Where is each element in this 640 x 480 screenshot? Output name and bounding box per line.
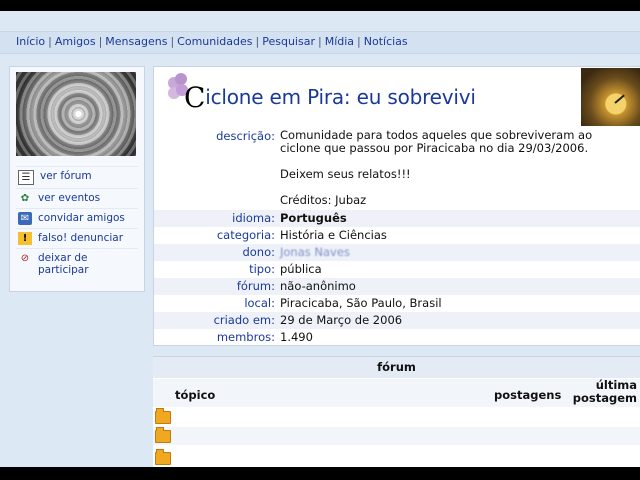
forum-icon: ☰ bbox=[18, 170, 34, 185]
field-value: pública bbox=[280, 262, 322, 276]
table-row[interactable] bbox=[153, 408, 640, 426]
table-row[interactable] bbox=[153, 449, 640, 467]
nav-comunidades[interactable]: Comunidades bbox=[177, 35, 252, 48]
top-navigation: Início | Amigos | Mensagens | Comunidades | Pesq… bbox=[0, 31, 640, 54]
field-value: 29 de Março de 2006 bbox=[280, 313, 403, 327]
community-sidebar: ☰ ver fórum ✿ ver eventos ✉ convidar ami… bbox=[9, 66, 145, 292]
folder-icon bbox=[155, 427, 171, 443]
forum-column-headers: tópico postagens última postagem bbox=[153, 379, 640, 407]
nav-separator: | bbox=[357, 35, 361, 48]
nav-pesquisar[interactable]: Pesquisar bbox=[262, 35, 315, 48]
col-ultima-postagem: última postagem bbox=[565, 379, 637, 405]
sidebar-item-ver-forum[interactable]: ☰ ver fórum bbox=[16, 166, 138, 188]
browser-viewport: Início | Amigos | Mensagens | Comunidades | Pesq… bbox=[0, 11, 640, 467]
col-last-line: última bbox=[595, 378, 637, 392]
field-value: não-anônimo bbox=[280, 279, 356, 293]
nav-noticias[interactable]: Notícias bbox=[364, 35, 408, 48]
clock-image bbox=[581, 68, 640, 126]
owner-link[interactable]: Jonas Naves bbox=[280, 244, 640, 261]
forum-heading[interactable]: fórum bbox=[153, 356, 640, 378]
community-profile: Ciclone em Pira: eu sobrevivi descrição:… bbox=[153, 66, 640, 346]
field-dono: dono: Jonas Naves bbox=[154, 244, 640, 261]
nav-midia[interactable]: Mídia bbox=[325, 35, 354, 48]
field-label: dono: bbox=[242, 245, 275, 259]
sidebar-item-ver-eventos[interactable]: ✿ ver eventos bbox=[16, 188, 138, 208]
field-label: membros: bbox=[216, 330, 275, 344]
sidebar-item-denunciar[interactable]: ! falso! denunciar bbox=[16, 228, 138, 248]
field-value[interactable]: História e Ciências bbox=[280, 227, 640, 244]
sidebar-item-label: ver eventos bbox=[38, 192, 101, 204]
title-text: iclone em Pira: eu sobrevivi bbox=[205, 85, 476, 109]
description-line: Comunidade para todos aqueles que sobrev… bbox=[280, 128, 593, 155]
folder-icon bbox=[155, 408, 171, 424]
nav-separator: | bbox=[317, 35, 322, 48]
col-topico: tópico bbox=[175, 388, 216, 402]
sidebar-item-deixar-de-participar[interactable]: ⊘ deixar de participar bbox=[16, 248, 138, 279]
field-criado: criado em: 29 de Março de 2006 bbox=[154, 312, 640, 329]
leave-icon: ⊘ bbox=[20, 253, 30, 264]
sidebar-item-convidar-amigos[interactable]: ✉ convidar amigos bbox=[16, 208, 138, 228]
sidebar-item-label: falso! denunciar bbox=[38, 232, 124, 244]
nav-amigos[interactable]: Amigos bbox=[55, 35, 96, 48]
events-icon: ✿ bbox=[20, 193, 30, 204]
description-line: Deixem seus relatos!!! bbox=[280, 167, 411, 181]
description-line: Créditos: Jubaz bbox=[280, 193, 367, 207]
field-idioma: idioma: Português bbox=[154, 210, 640, 227]
field-categoria: categoria: História e Ciências bbox=[154, 227, 640, 244]
nav-mensagens[interactable]: Mensagens bbox=[105, 35, 167, 48]
col-last-line: postagem bbox=[572, 391, 637, 405]
field-label: criado em: bbox=[213, 313, 275, 327]
field-local: local: Piracicaba, São Paulo, Brasil bbox=[154, 295, 640, 312]
community-title: Ciclone em Pira: eu sobrevivi bbox=[184, 81, 476, 114]
col-postagens: postagens bbox=[494, 388, 562, 402]
sidebar-item-label: convidar amigos bbox=[38, 212, 125, 224]
field-label: local: bbox=[244, 296, 275, 310]
folder-icon bbox=[155, 449, 171, 465]
nav-separator: | bbox=[170, 35, 175, 48]
community-actions: ☰ ver fórum ✿ ver eventos ✉ convidar ami… bbox=[16, 166, 138, 279]
nav-inicio[interactable]: Início bbox=[16, 35, 45, 48]
field-value: Piracicaba, São Paulo, Brasil bbox=[280, 296, 442, 310]
field-value: Português bbox=[280, 211, 347, 225]
field-forum: fórum: não-anônimo bbox=[154, 278, 640, 295]
title-initial: C bbox=[184, 81, 206, 114]
field-membros: membros: 1.490 bbox=[154, 329, 640, 346]
table-row[interactable] bbox=[153, 427, 640, 445]
nav-separator: | bbox=[48, 35, 52, 48]
field-label: categoria: bbox=[216, 228, 275, 242]
nav-separator: | bbox=[255, 35, 260, 48]
community-photo[interactable] bbox=[16, 72, 136, 156]
nav-separator: | bbox=[98, 35, 103, 48]
field-descricao: descrição: Comunidade para todos aqueles… bbox=[154, 129, 640, 207]
invite-icon: ✉ bbox=[18, 212, 32, 225]
report-icon: ! bbox=[18, 232, 32, 245]
field-label: idioma: bbox=[232, 211, 275, 225]
field-label: descrição: bbox=[216, 129, 275, 143]
members-count[interactable]: 1.490 bbox=[280, 329, 640, 346]
field-label: tipo: bbox=[249, 262, 275, 276]
field-label: fórum: bbox=[236, 279, 275, 293]
field-value: Comunidade para todos aqueles que sobrev… bbox=[280, 129, 610, 207]
sidebar-item-label: deixar de participar bbox=[38, 252, 89, 276]
sidebar-item-label: ver fórum bbox=[40, 170, 92, 182]
community-fields: descrição: Comunidade para todos aqueles… bbox=[154, 129, 640, 346]
forum-section: fórum tópico postagens última postagem bbox=[153, 356, 640, 467]
field-tipo: tipo: pública bbox=[154, 261, 640, 278]
